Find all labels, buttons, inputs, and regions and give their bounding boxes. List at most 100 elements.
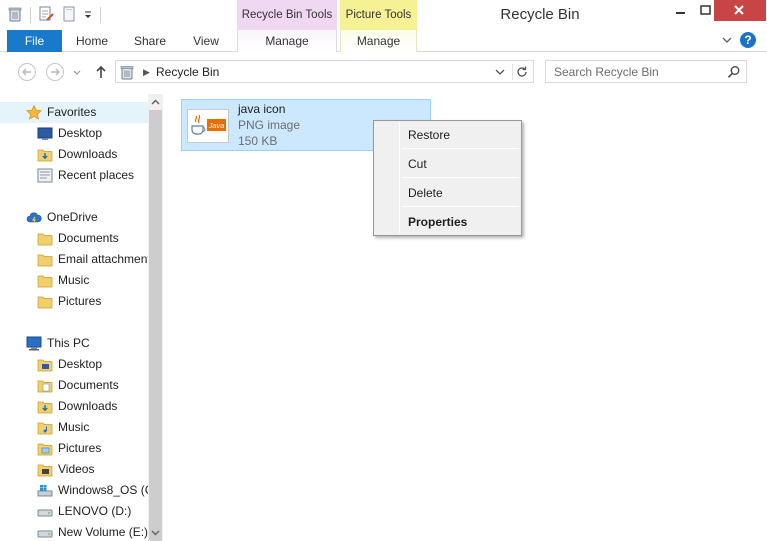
refresh-button[interactable] bbox=[512, 64, 530, 80]
nav-this-pc[interactable]: This PC bbox=[0, 333, 148, 354]
pictures-folder-icon bbox=[37, 441, 53, 456]
window-title: Recycle Bin bbox=[500, 6, 580, 23]
nav-pc-desktop[interactable]: Desktop bbox=[0, 354, 148, 375]
chevron-down-icon bbox=[73, 70, 81, 75]
nav-label: Documents bbox=[58, 378, 119, 392]
nav-onedrive-email-attachments[interactable]: Email attachments bbox=[0, 249, 148, 270]
desktop-folder-icon bbox=[37, 357, 53, 372]
java-file-thumbnail: Java bbox=[187, 109, 229, 143]
nav-onedrive[interactable]: OneDrive bbox=[0, 207, 148, 228]
windows-drive-icon bbox=[37, 483, 53, 498]
nav-label: OneDrive bbox=[47, 210, 98, 224]
back-arrow-icon bbox=[18, 63, 36, 81]
close-icon bbox=[734, 5, 744, 15]
tab-home[interactable]: Home bbox=[66, 30, 118, 52]
customize-toolbar-icon[interactable] bbox=[82, 6, 98, 22]
breadcrumb-recycle-bin[interactable]: Recycle Bin bbox=[156, 61, 219, 83]
nav-onedrive-music[interactable]: Music bbox=[0, 270, 148, 291]
nav-pc-videos[interactable]: Videos bbox=[0, 459, 148, 480]
forward-button[interactable] bbox=[45, 62, 65, 82]
breadcrumb-chevron-icon[interactable]: ▶ bbox=[143, 65, 151, 79]
up-button[interactable] bbox=[93, 62, 109, 82]
tab-manage-recycle-bin[interactable]: Manage bbox=[237, 30, 337, 52]
drive-icon bbox=[37, 525, 53, 540]
toolbar-separator bbox=[100, 7, 101, 23]
onedrive-cloud-icon bbox=[26, 210, 42, 225]
recent-locations-button[interactable] bbox=[71, 62, 83, 82]
help-icon[interactable]: ? bbox=[740, 32, 756, 48]
menu-item-properties[interactable]: Properties bbox=[376, 210, 519, 233]
nav-label: Videos bbox=[58, 462, 95, 476]
nav-onedrive-documents[interactable]: Documents bbox=[0, 228, 148, 249]
nav-pc-drive-d[interactable]: LENOVO (D:) bbox=[0, 501, 148, 522]
folder-icon bbox=[37, 294, 53, 309]
recycle-bin-icon bbox=[119, 64, 135, 80]
nav-favorites-desktop[interactable]: Desktop bbox=[0, 123, 148, 144]
scrollbar-thumb[interactable] bbox=[149, 110, 162, 541]
nav-pc-drive-c[interactable]: Windows8_OS (C:) bbox=[0, 480, 148, 501]
nav-pc-music[interactable]: Music bbox=[0, 417, 148, 438]
refresh-icon bbox=[517, 66, 527, 77]
nav-pc-pictures[interactable]: Pictures bbox=[0, 438, 148, 459]
folder-icon bbox=[37, 231, 53, 246]
videos-folder-icon bbox=[37, 462, 53, 477]
nav-pc-documents[interactable]: Documents bbox=[0, 375, 148, 396]
minimize-button[interactable] bbox=[667, 0, 693, 21]
nav-label: Music bbox=[58, 273, 90, 287]
folder-icon bbox=[37, 252, 53, 267]
nav-favorites-downloads[interactable]: Downloads bbox=[0, 144, 148, 165]
new-folder-icon[interactable] bbox=[61, 6, 77, 22]
menu-separator bbox=[402, 148, 519, 149]
scroll-up-arrow-icon[interactable] bbox=[148, 94, 163, 110]
search-input[interactable] bbox=[546, 61, 724, 82]
back-button[interactable] bbox=[17, 62, 37, 82]
nav-pc-downloads[interactable]: Downloads bbox=[0, 396, 148, 417]
documents-folder-icon bbox=[37, 378, 53, 393]
title-bar: Recycle Bin Tools Picture Tools Recycle … bbox=[0, 0, 767, 30]
context-menu: Restore Cut Delete Properties bbox=[373, 120, 522, 236]
tab-view[interactable]: View bbox=[180, 30, 232, 52]
drive-icon bbox=[37, 504, 53, 519]
navigation-scrollbar[interactable] bbox=[148, 94, 163, 541]
address-dropdown-button[interactable] bbox=[494, 65, 506, 79]
nav-label: New Volume (E:) bbox=[58, 525, 148, 539]
picture-tools-header: Picture Tools bbox=[340, 0, 417, 30]
nav-label: Favorites bbox=[47, 105, 97, 119]
ribbon-tab-bar: File Home Share View Manage Manage ? bbox=[0, 30, 767, 52]
nav-pc-drive-e[interactable]: New Volume (E:) bbox=[0, 522, 148, 541]
close-button[interactable] bbox=[714, 0, 766, 21]
menu-item-cut[interactable]: Cut bbox=[376, 152, 519, 175]
nav-favorites-recent-places[interactable]: Recent places bbox=[0, 165, 148, 186]
menu-item-delete[interactable]: Delete bbox=[376, 181, 519, 204]
file-type: PNG image bbox=[238, 118, 301, 132]
nav-label: Desktop bbox=[58, 357, 103, 371]
menu-item-restore[interactable]: Restore bbox=[376, 123, 519, 146]
nav-label: Documents bbox=[58, 231, 119, 245]
nav-label: Pictures bbox=[58, 294, 102, 308]
folder-icon bbox=[37, 273, 53, 288]
file-size: 150 KB bbox=[238, 134, 278, 148]
address-bar[interactable]: ▶ Recycle Bin bbox=[115, 60, 534, 83]
navigation-pane: Favorites Desktop Downloads Recent place… bbox=[0, 94, 148, 541]
search-icon[interactable] bbox=[727, 65, 741, 79]
nav-label: Music bbox=[58, 420, 90, 434]
scroll-down-arrow-icon[interactable] bbox=[148, 525, 163, 541]
nav-label: This PC bbox=[47, 336, 90, 350]
tab-share[interactable]: Share bbox=[124, 30, 176, 52]
tab-file[interactable]: File bbox=[7, 30, 62, 52]
up-arrow-icon bbox=[96, 65, 106, 78]
expand-ribbon-chevron-icon[interactable] bbox=[720, 33, 734, 47]
forward-arrow-icon bbox=[46, 63, 64, 81]
chevron-down-icon bbox=[495, 69, 505, 75]
computer-icon bbox=[26, 336, 42, 351]
search-box[interactable] bbox=[545, 60, 747, 83]
tab-manage-picture[interactable]: Manage bbox=[340, 30, 417, 52]
file-name: java icon bbox=[238, 102, 286, 116]
recycle-bin-icon[interactable] bbox=[7, 6, 23, 22]
nav-favorites[interactable]: Favorites bbox=[0, 102, 148, 123]
nav-onedrive-pictures[interactable]: Pictures bbox=[0, 291, 148, 312]
nav-label: Email attachments bbox=[58, 252, 148, 266]
recent-places-icon bbox=[37, 168, 53, 183]
downloads-folder-icon bbox=[37, 147, 53, 162]
properties-icon[interactable] bbox=[38, 6, 54, 22]
